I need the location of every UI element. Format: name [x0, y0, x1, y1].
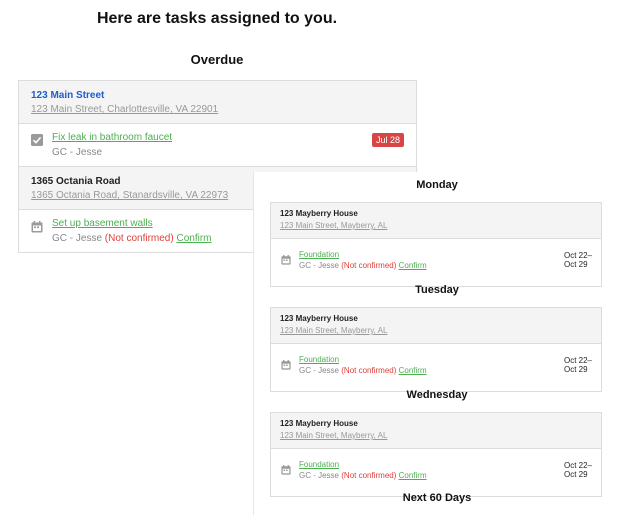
date-range: Oct 22– Oct 29: [564, 251, 592, 269]
date-start: Oct 22–: [563, 251, 592, 260]
property-address-link[interactable]: 123 Main Street, Charlottesville, VA 229…: [31, 104, 404, 115]
task-link[interactable]: Foundation: [299, 250, 339, 259]
checkbox-icon[interactable]: [31, 133, 43, 151]
card-header: 123 Mayberry House 123 Main Street, Mayb…: [271, 308, 601, 344]
not-confirmed-status: (Not confirmed): [341, 366, 397, 375]
card-body: Foundation GC - Jesse (Not confirmed) Co…: [271, 239, 601, 286]
calendar-icon: [281, 357, 291, 375]
confirm-link[interactable]: Confirm: [176, 233, 211, 244]
date-end: Oct 29: [563, 365, 588, 375]
task-link[interactable]: Fix leak in bathroom faucet: [52, 132, 172, 143]
property-name[interactable]: 123 Mayberry House: [280, 314, 592, 323]
page-headline: Here are tasks assigned to you.: [96, 10, 338, 27]
next-60-days-title: Next 60 Days: [402, 492, 472, 504]
task-link[interactable]: Foundation: [299, 355, 339, 364]
task-assignee: GC - Jesse: [299, 471, 340, 480]
day-title-wednesday: Wednesday: [406, 389, 468, 401]
property-name[interactable]: 123 Main Street: [31, 90, 404, 101]
task-card: 123 Mayberry House 123 Main Street, Mayb…: [270, 307, 602, 392]
task-meta: GC - Jesse (Not confirmed) Confirm: [299, 261, 427, 270]
task-link[interactable]: Set up basement walls: [52, 218, 153, 229]
confirm-link[interactable]: Confirm: [399, 261, 427, 270]
property-address-link[interactable]: 123 Main Street, Mayberry, AL: [280, 326, 592, 335]
property-address-link[interactable]: 123 Main Street, Mayberry, AL: [280, 221, 592, 230]
card-header: 123 Mayberry House 123 Main Street, Mayb…: [271, 203, 601, 239]
card-body: Foundation GC - Jesse (Not confirmed) Co…: [271, 344, 601, 391]
task-meta: GC - Jesse (Not confirmed) Confirm: [52, 233, 212, 244]
task-link[interactable]: Foundation: [299, 460, 339, 469]
task-meta: GC - Jesse (Not confirmed) Confirm: [299, 471, 427, 480]
confirm-link[interactable]: Confirm: [399, 366, 427, 375]
task-card: 123 Mayberry House 123 Main Street, Mayb…: [270, 412, 602, 497]
not-confirmed-status: (Not confirmed): [104, 233, 174, 244]
calendar-icon: [281, 462, 291, 480]
not-confirmed-status: (Not confirmed): [341, 471, 397, 480]
overdue-title: Overdue: [190, 52, 244, 67]
date-end: Oct 29: [563, 470, 588, 480]
date-range: Oct 22– Oct 29: [564, 461, 592, 479]
date-start: Oct 22–: [563, 461, 592, 470]
card-body: Foundation GC - Jesse (Not confirmed) Co…: [271, 449, 601, 496]
property-name[interactable]: 123 Mayberry House: [280, 419, 592, 428]
property-header: 123 Main Street 123 Main Street, Charlot…: [19, 81, 416, 124]
property-name[interactable]: 123 Mayberry House: [280, 209, 592, 218]
not-confirmed-status: (Not confirmed): [341, 261, 397, 270]
date-end: Oct 29: [563, 260, 588, 270]
calendar-icon: [31, 220, 43, 238]
task-assignee: GC - Jesse: [52, 233, 103, 244]
task-assignee: GC - Jesse: [52, 147, 103, 158]
task-card: 123 Mayberry House 123 Main Street, Mayb…: [270, 202, 602, 287]
card-header: 123 Mayberry House 123 Main Street, Mayb…: [271, 413, 601, 449]
overdue-date-badge: Jul 28: [371, 133, 404, 147]
property-address-link[interactable]: 123 Main Street, Mayberry, AL: [280, 431, 592, 440]
date-range: Oct 22– Oct 29: [564, 356, 592, 374]
day-title-tuesday: Tuesday: [415, 284, 459, 296]
calendar-icon: [281, 252, 291, 270]
task-meta: GC - Jesse (Not confirmed) Confirm: [299, 366, 427, 375]
task-row: Fix leak in bathroom faucet GC - Jesse J…: [19, 124, 416, 167]
task-assignee: GC - Jesse: [299, 366, 340, 375]
upcoming-panel: Monday 123 Mayberry House 123 Main Stree…: [253, 172, 619, 515]
day-title-monday: Monday: [416, 179, 458, 191]
task-assignee: GC - Jesse: [299, 261, 340, 270]
confirm-link[interactable]: Confirm: [399, 471, 427, 480]
date-start: Oct 22–: [563, 356, 592, 365]
